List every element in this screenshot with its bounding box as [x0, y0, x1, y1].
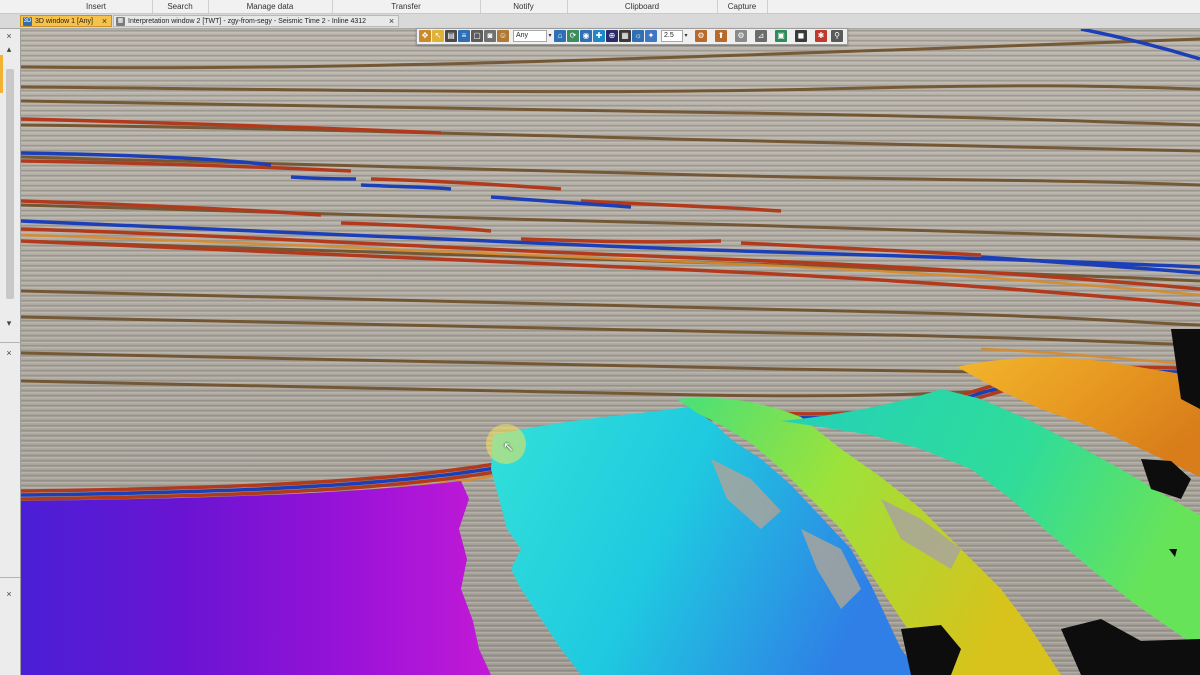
- scroll-down-icon[interactable]: ▾: [2, 317, 16, 329]
- display-icon[interactable]: ⊿: [755, 30, 767, 42]
- tab-label: Interpretation window 2 [TWT] - zgy-from…: [128, 18, 367, 25]
- 3d-window-icon: 3D: [23, 17, 32, 26]
- close-icon[interactable]: ×: [2, 30, 16, 42]
- select-icon[interactable]: ✥: [419, 30, 431, 42]
- 3d-viewport[interactable]: [21, 29, 1200, 675]
- mouse-cursor-icon: ↖: [503, 439, 514, 454]
- ribbon-group-capture[interactable]: Capture: [717, 0, 768, 13]
- person-icon[interactable]: ✱: [815, 30, 827, 42]
- light-icon[interactable]: ✦: [645, 30, 657, 42]
- panel-selection-marker: [0, 55, 3, 93]
- scale-icon[interactable]: ⚙: [695, 30, 707, 42]
- filter-icon[interactable]: ▣: [775, 30, 787, 42]
- rotate-icon[interactable]: ⟳: [567, 30, 579, 42]
- tab-label: 3D window 1 [Any]: [35, 18, 93, 25]
- pin-icon[interactable]: ⚲: [831, 30, 843, 42]
- ribbon-group-manage-data[interactable]: Manage data: [208, 0, 333, 13]
- ribbon-group-insert[interactable]: Insert: [40, 0, 153, 13]
- ribbon-group-clipboard[interactable]: Clipboard: [567, 0, 718, 13]
- zoom-icon[interactable]: ⊕: [606, 30, 618, 42]
- chevron-down-icon[interactable]: ▾: [683, 30, 689, 42]
- domain-select[interactable]: Any: [513, 30, 547, 42]
- ribbon-group-search[interactable]: Search: [152, 0, 209, 13]
- seismic-3d-scene[interactable]: [21, 29, 1200, 675]
- tab-3d-window[interactable]: 3D 3D window 1 [Any] ×: [20, 15, 112, 27]
- close-icon[interactable]: ×: [2, 347, 16, 359]
- ribbon-group-labels: Insert Search Manage data Transfer Notif…: [0, 0, 1200, 14]
- close-icon[interactable]: ×: [2, 588, 16, 600]
- settings-icon[interactable]: ⚙: [735, 30, 747, 42]
- camera-icon[interactable]: ◙: [484, 30, 496, 42]
- camera-icon[interactable]: ◼: [795, 30, 807, 42]
- left-panel-rail: × ▴ ▾ × ×: [0, 29, 21, 675]
- panel-divider: [0, 577, 20, 578]
- ribbon-group-transfer[interactable]: Transfer: [332, 0, 481, 13]
- close-icon[interactable]: ×: [387, 16, 396, 26]
- document-tab-bar: 3D 3D window 1 [Any] × ▦ Interpretation …: [0, 14, 1200, 29]
- horizon-surface-purple: [21, 481, 491, 675]
- bookmark-icon[interactable]: ▢: [471, 30, 483, 42]
- home-icon[interactable]: ⌂: [554, 30, 566, 42]
- layers-icon[interactable]: ≡: [458, 30, 470, 42]
- person-icon[interactable]: ☺: [497, 30, 509, 42]
- pan-icon[interactable]: ✚: [593, 30, 605, 42]
- ribbon-group-notify[interactable]: Notify: [480, 0, 568, 13]
- scroll-up-icon[interactable]: ▴: [2, 43, 16, 55]
- grid-icon[interactable]: ▦: [619, 30, 631, 42]
- tab-interpretation-window[interactable]: ▦ Interpretation window 2 [TWT] - zgy-fr…: [113, 15, 399, 27]
- sun-icon[interactable]: ☼: [632, 30, 644, 42]
- view-icon[interactable]: ◉: [580, 30, 592, 42]
- panel-divider: [0, 342, 20, 343]
- north-arrow-icon[interactable]: ⬆: [715, 30, 727, 42]
- interpretation-window-icon: ▦: [116, 17, 125, 26]
- close-icon[interactable]: ×: [100, 16, 109, 26]
- pick-icon[interactable]: ↖: [432, 30, 444, 42]
- panel-scrollbar[interactable]: [6, 69, 14, 299]
- print-icon[interactable]: ▤: [445, 30, 457, 42]
- vertical-exaggeration-select[interactable]: 2.5: [661, 30, 683, 42]
- 3d-window-toolbar: ✥ ↖ ▤ ≡ ▢ ◙ ☺ Any ▾ ⌂ ⟳ ◉ ✚ ⊕ ▦ ☼ ✦ 2.5 …: [416, 28, 848, 45]
- chevron-down-icon[interactable]: ▾: [547, 30, 553, 42]
